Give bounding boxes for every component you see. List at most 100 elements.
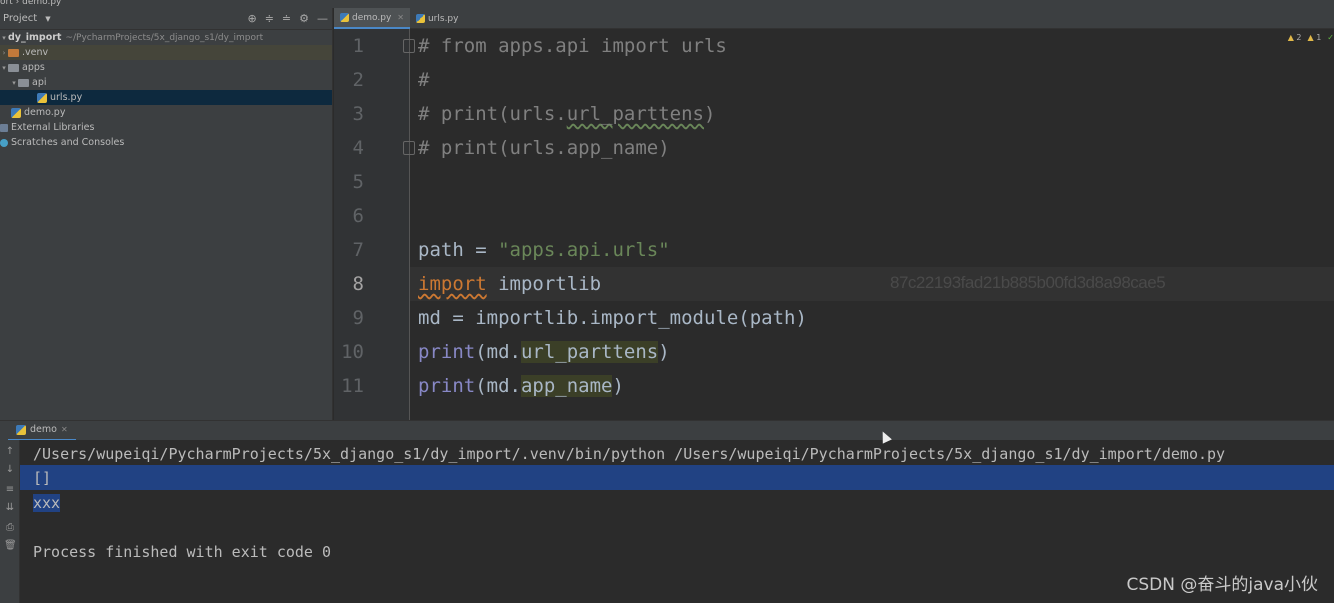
tree-item-label: apps — [22, 62, 45, 73]
tree-item-label: Scratches and Consoles — [11, 137, 125, 148]
python-file-icon — [415, 14, 425, 23]
typo-token: url_parttens — [566, 103, 704, 125]
console-line-exit: Process finished with exit code 0 — [33, 543, 332, 561]
line-number: 1 — [352, 35, 364, 57]
tree-item-api[interactable]: ▾ api — [0, 75, 332, 90]
selection-highlight — [20, 465, 1334, 490]
tree-item-demo-py[interactable]: demo.py — [0, 105, 332, 120]
warning-icon: ▲ — [1287, 33, 1294, 42]
tree-item-label: demo.py — [24, 107, 66, 118]
navigation-breadcrumb: ort › demo.py — [0, 0, 1334, 8]
chevron-right-icon[interactable]: › — [0, 49, 8, 57]
tree-item-urls-py[interactable]: urls.py — [0, 90, 332, 105]
tab-label: urls.py — [427, 13, 459, 24]
project-panel: Project ▼ ⊕ ≑ ≐ ⚙ — ▾ dy_import ~/Pychar… — [0, 8, 333, 420]
code-editor[interactable]: 1 2 3 4 5 6 7 8 9 10 11 87c22193fad21b88… — [334, 29, 1334, 420]
scratches-icon — [0, 138, 8, 147]
chevron-down-icon[interactable]: ▾ — [0, 64, 8, 72]
line-number: 2 — [352, 69, 364, 91]
project-view-selector[interactable]: Project — [3, 13, 37, 24]
line-number: 10 — [341, 341, 364, 363]
close-icon[interactable]: ✕ — [397, 13, 404, 22]
python-file-icon — [11, 107, 21, 118]
folder-icon — [18, 78, 29, 87]
tab-run-demo[interactable]: demo ✕ — [8, 421, 76, 441]
print-icon[interactable]: ⎙ — [4, 522, 16, 533]
code-token: ) — [704, 103, 716, 125]
code-token: ) — [658, 341, 670, 363]
close-icon[interactable]: ✕ — [61, 425, 68, 434]
inspection-widget[interactable]: ▲ 2 ▲ 1 ✓ — [1288, 33, 1334, 42]
code-token: (md. — [475, 341, 521, 363]
code-area[interactable]: 87c22193fad21b885b00fd3d8a98cae5 # from … — [410, 29, 1334, 420]
line-number: 6 — [352, 205, 364, 227]
string-token: "apps.api.urls" — [498, 239, 670, 261]
warning-count[interactable]: ▲ 2 — [1288, 33, 1302, 42]
tree-item-apps[interactable]: ▾ apps — [0, 60, 332, 75]
code-token: ) — [612, 375, 624, 397]
tree-item-root-name: dy_import — [8, 32, 62, 43]
code-token: (md. — [475, 375, 521, 397]
expand-all-icon[interactable]: ≑ — [265, 12, 274, 25]
code-line-2: # — [418, 69, 430, 91]
breadcrumb-file[interactable]: demo.py — [22, 0, 61, 7]
code-line-10: print(md.url_parttens) — [418, 341, 670, 363]
builtin-token: print — [418, 341, 476, 363]
collapse-all-icon[interactable]: ≐ — [282, 12, 291, 25]
console-line-output: [] — [33, 469, 52, 487]
line-number-current: 8 — [352, 273, 364, 295]
breadcrumb-project[interactable]: ort — [0, 0, 13, 7]
tree-item-root[interactable]: ▾ dy_import ~/PycharmProjects/5x_django_… — [0, 30, 332, 45]
locate-icon[interactable]: ⊕ — [247, 12, 256, 25]
line-number: 11 — [341, 375, 364, 397]
tab-demo-py[interactable]: demo.py ✕ — [334, 8, 410, 29]
weak-warning-count[interactable]: ▲ 1 — [1308, 33, 1322, 42]
warning-icon: ▲ — [1307, 33, 1314, 42]
tree-item-external-libraries[interactable]: External Libraries — [0, 120, 332, 135]
tree-item-label: .venv — [22, 47, 49, 58]
chevron-down-icon[interactable]: ▼ — [45, 15, 50, 23]
console-line-command: /Users/wupeiqi/PycharmProjects/5x_django… — [33, 445, 1226, 463]
line-number: 7 — [352, 239, 364, 261]
folder-icon — [8, 48, 19, 57]
trash-icon[interactable]: 🗑 — [4, 540, 17, 551]
python-run-icon — [16, 424, 26, 435]
weak-warning-count-value: 1 — [1316, 33, 1322, 42]
soft-wrap-icon[interactable]: ≡ — [4, 484, 16, 495]
gear-icon[interactable]: ⚙ — [299, 12, 309, 25]
python-file-icon — [340, 13, 349, 22]
console-line-output: xxx — [33, 494, 61, 512]
code-token: path = — [418, 239, 499, 261]
project-panel-header: Project ▼ ⊕ ≑ ≐ ⚙ — — [0, 8, 332, 30]
tab-label: demo — [30, 424, 57, 435]
chevron-down-icon[interactable]: ▾ — [10, 79, 18, 87]
watermark: CSDN @奋斗的java小伙 — [1126, 575, 1319, 595]
scroll-to-end-icon[interactable]: ⇊ — [4, 502, 16, 513]
line-number-gutter[interactable]: 1 2 3 4 5 6 7 8 9 10 11 — [334, 29, 415, 420]
tree-item-label: External Libraries — [11, 122, 95, 133]
hash-overlay-text: 87c22193fad21b885b00fd3d8a98cae5 — [890, 273, 1166, 292]
arrow-down-icon[interactable]: ↓ — [4, 464, 16, 475]
line-number: 3 — [352, 103, 364, 125]
run-toolbar: ↑ ↓ ≡ ⇊ ⎙ 🗑 — [0, 440, 20, 603]
warning-count-value: 2 — [1296, 33, 1302, 42]
run-tab-bar: demo ✕ — [0, 420, 1334, 441]
chevron-down-icon[interactable]: ▾ — [0, 34, 8, 42]
line-number: 5 — [352, 171, 364, 193]
tree-item-venv[interactable]: › .venv — [0, 45, 332, 60]
tab-label: demo.py — [352, 12, 392, 23]
hide-icon[interactable]: — — [317, 12, 328, 25]
tree-item-scratches[interactable]: Scratches and Consoles — [0, 135, 332, 150]
code-line-11: print(md.app_name) — [418, 375, 624, 397]
arrow-up-icon[interactable]: ↑ — [4, 446, 16, 457]
project-toolbar: ⊕ ≑ ≐ ⚙ — — [247, 12, 332, 25]
code-token: # print(urls. — [418, 103, 567, 125]
code-line-7: path = "apps.api.urls" — [418, 239, 670, 261]
tab-urls-py[interactable]: urls.py — [410, 8, 465, 29]
keyword-token: import — [418, 273, 487, 295]
line-number: 9 — [352, 307, 364, 329]
checkmark-icon[interactable]: ✓ — [1327, 33, 1334, 42]
code-line-3: # print(urls.url_parttens) — [418, 103, 715, 125]
highlighted-token: url_parttens — [520, 341, 659, 363]
code-line-4: # print(urls.app_name) — [418, 137, 670, 159]
